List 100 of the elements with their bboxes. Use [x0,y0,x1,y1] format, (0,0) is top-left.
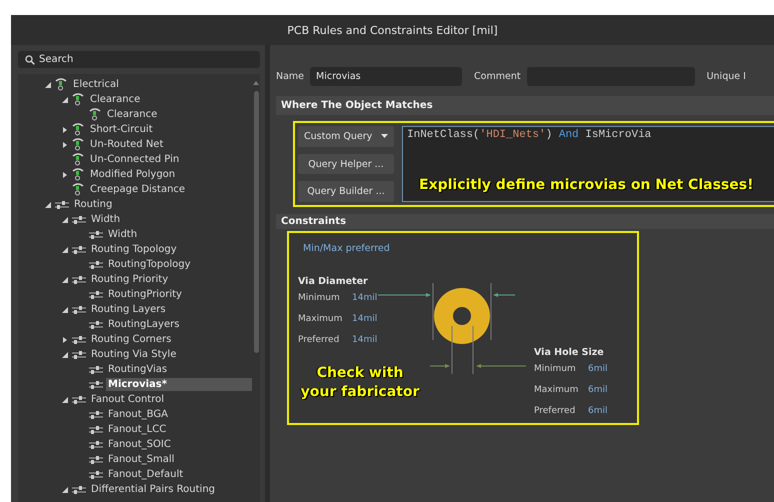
value-label: Maximum [298,314,344,324]
sliders-icon [88,320,104,330]
scroll-up-icon[interactable] [253,81,259,85]
callout-text: Explicitly define microvias on Net Classes! [419,176,754,195]
sliders-icon [71,244,87,254]
field-label: Name [276,71,304,82]
tree-item[interactable]: Modified Polygon [88,168,178,181]
value-label: Preferred [534,406,576,416]
collapse-arrow-icon[interactable] [62,352,68,358]
sliders-icon [88,364,104,374]
tree-item[interactable]: Routing Priority [89,273,170,286]
tree-item[interactable]: Un-Connected Pin [88,153,182,166]
sliders-icon [88,454,104,464]
scrollbar-thumb[interactable] [254,91,258,353]
tree-item[interactable]: Electrical [71,78,121,91]
value-link[interactable]: 6mil [588,406,608,416]
sliders-icon [71,350,87,360]
query-text: InNetClass('HDI_Nets') And IsMicroVia [407,129,652,141]
pad-icon [71,138,85,151]
tree-item[interactable]: Clearance [88,93,142,106]
field-label: Unique I [706,71,746,82]
collapse-arrow-icon[interactable] [45,202,51,208]
dimension-arrow [493,293,516,297]
value-link[interactable]: 14mil [352,292,378,302]
tree-item[interactable]: Fanout_Default [106,468,186,481]
name-field[interactable]: Microvias [310,67,462,86]
collapse-arrow-icon[interactable] [45,82,51,88]
sliders-icon [88,470,104,480]
tree-item[interactable]: Routing [72,198,114,211]
callout-text: Check with your fabricator [300,364,420,402]
expand-arrow-icon[interactable] [62,336,68,342]
collapse-arrow-icon[interactable] [62,396,68,402]
tree-item[interactable]: Fanout_LCC [106,423,168,436]
tree-item[interactable]: Un-Routed Net [88,138,166,151]
collapse-arrow-icon[interactable] [62,246,68,252]
tree-item[interactable]: Differential Pairs Routing [89,483,218,496]
tree-item[interactable]: Width [89,213,122,226]
pad-icon [71,123,85,136]
sliders-icon [88,440,104,450]
value-link[interactable]: 6mil [588,364,608,374]
tree-item[interactable]: Short-Circuit [88,123,155,136]
query-button[interactable]: Query Builder ... [298,181,394,202]
value-label: Minimum [534,364,577,374]
tree-item[interactable]: Routing Corners [89,333,174,346]
tree-item[interactable]: Fanout_Small [106,453,176,466]
query-editor[interactable]: InNetClass('HDI_Nets') And IsMicroVia Explicitly define microvias on Net Classes! [402,126,774,202]
tree-item[interactable]: RoutingTopology [106,258,192,271]
group-title: Via Diameter [298,276,369,287]
collapse-arrow-icon[interactable] [62,276,68,282]
tree-item[interactable]: RoutingVias [106,363,170,376]
caret-icon [381,134,388,138]
tree-item[interactable]: RoutingLayers [106,318,182,331]
tree-item[interactable]: Fanout Control [89,393,166,406]
collapse-arrow-icon[interactable] [62,96,68,102]
expand-arrow-icon[interactable] [62,172,68,178]
sliders-icon [71,214,87,224]
collapse-arrow-icon[interactable] [62,486,68,492]
tree-item[interactable]: Routing Via Style [89,348,178,361]
group-title: Via Hole Size [534,347,605,358]
value-link[interactable]: 14mil [352,314,378,324]
pad-icon [54,78,68,91]
dimension-arrow [430,364,450,368]
section-title: Where The Object Matches [281,100,433,111]
value-link[interactable]: 14mil [352,334,378,344]
sliders-icon [88,290,104,300]
window-title: PCB Rules and Constraints Editor [mil] [287,24,498,36]
expand-arrow-icon[interactable] [62,126,68,132]
pad-icon [71,93,85,106]
query-type-dropdown[interactable]: Custom Query [298,126,394,147]
tree-item[interactable]: RoutingPriority [106,288,184,301]
value-label: Preferred [298,334,340,344]
pad-icon [71,153,85,166]
expand-arrow-icon[interactable] [62,142,68,148]
tree-item[interactable]: Fanout_SOIC [106,438,173,451]
collapse-arrow-icon[interactable] [62,216,68,222]
pad-icon [88,108,102,121]
value-label: Maximum [534,384,580,394]
sliders-icon [71,394,87,404]
section-title: Constraints [281,216,346,227]
collapse-arrow-icon[interactable] [62,306,68,312]
sliders-icon [88,424,104,434]
query-button[interactable]: Query Helper ... [298,154,394,174]
sliders-icon [71,334,87,344]
tree-item[interactable]: Microvias* [106,378,252,391]
sliders-icon [88,230,104,240]
tree-item[interactable]: Clearance [105,108,160,121]
value-label: Minimum [298,292,341,302]
field-label: Comment [474,71,521,82]
tree-item[interactable]: Fanout_BGA [106,408,170,421]
tree-item[interactable]: Routing Layers [89,303,168,316]
tree-item[interactable]: Routing Topology [89,243,179,256]
pad-icon [71,168,85,181]
sliders-icon [88,380,104,390]
pad-icon [71,183,85,196]
tree-item[interactable]: Width [106,228,140,241]
value-link[interactable]: 6mil [588,384,608,394]
dimension-arrow [378,293,431,297]
search-field[interactable]: Search [18,51,260,68]
sliders-icon [71,274,87,284]
tree-item[interactable]: Creepage Distance [88,183,188,196]
